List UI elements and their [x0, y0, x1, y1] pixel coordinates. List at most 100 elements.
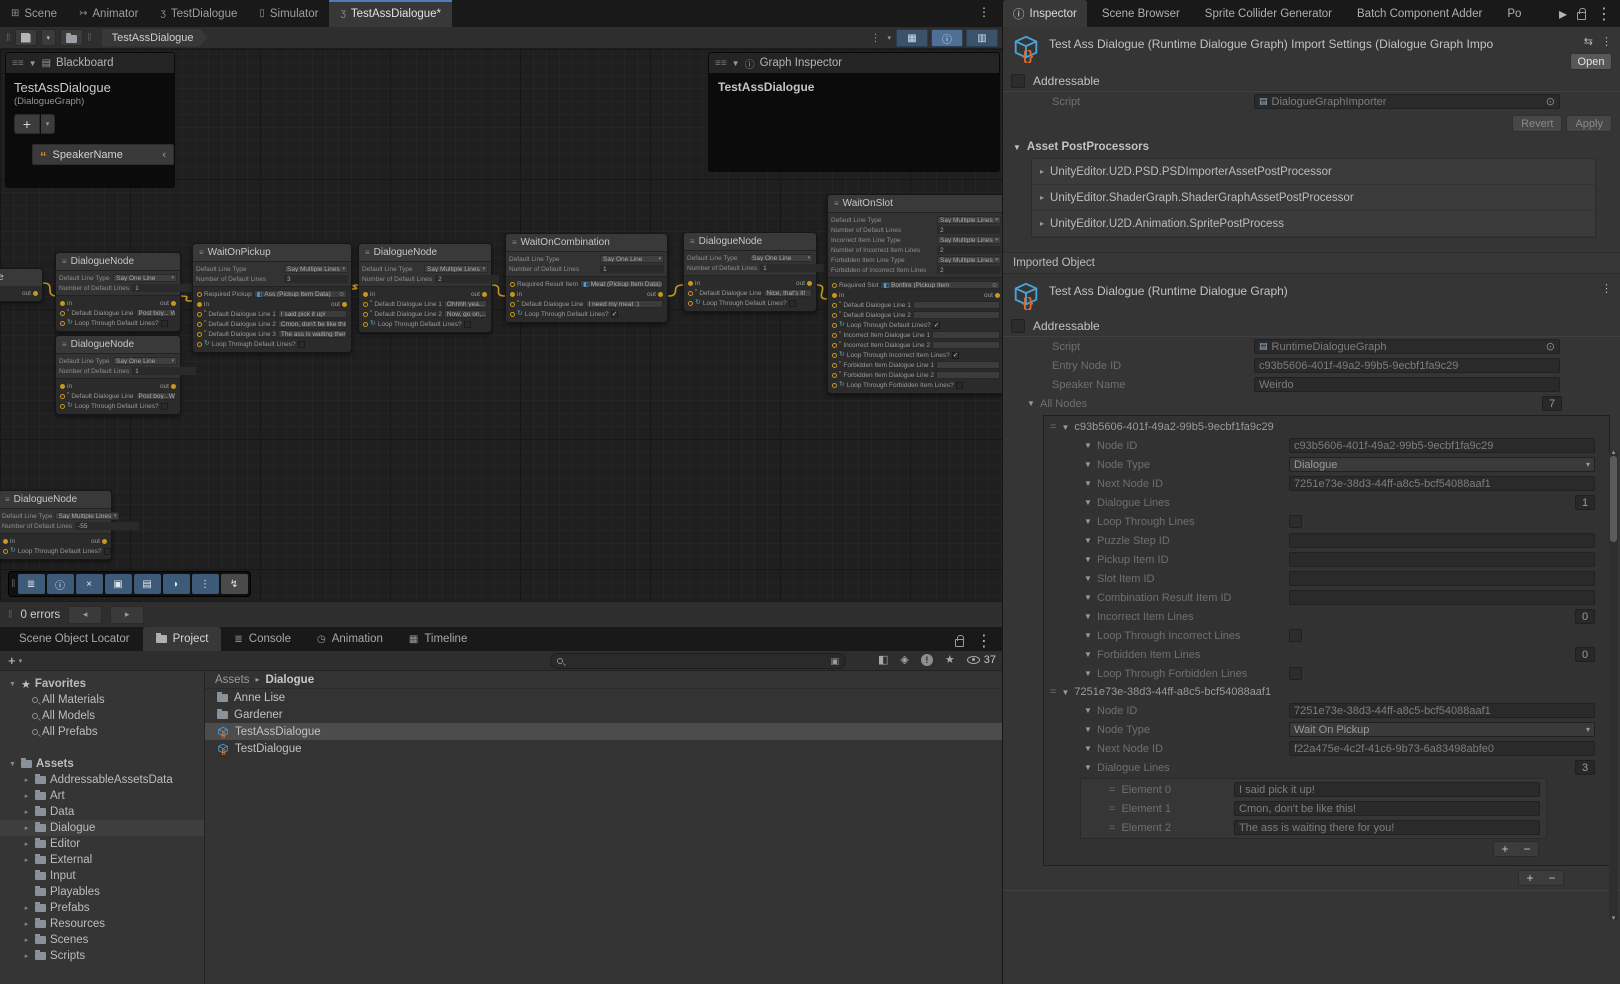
foldout-arrow-icon[interactable]: ▼ — [1084, 593, 1097, 602]
graph-node[interactable]: ≡ DialogueNode Default Line Type Say One… — [55, 335, 181, 415]
foldout-arrow-icon[interactable]: ▼ — [29, 59, 37, 68]
foldout-arrow-icon[interactable]: ▼ — [1084, 441, 1097, 450]
node-property-control[interactable]: -55▾ — [75, 522, 139, 530]
element-field[interactable]: I said pick it up! — [1234, 782, 1540, 797]
foldout-arrow-icon[interactable]: ▼ — [1027, 399, 1040, 408]
node-title-bar[interactable]: ≡ DialogueNode — [56, 336, 180, 353]
inspector-row-field[interactable]: RuntimeDialogueGraph — [1254, 339, 1560, 354]
toolbar-drag-handle[interactable]: ‖ — [11, 578, 14, 590]
addressable-checkbox[interactable] — [1011, 74, 1025, 88]
remove-element-button[interactable]: − — [1516, 842, 1538, 856]
file-row[interactable]: {} TestDialogue — [205, 740, 1002, 757]
node-title-bar[interactable]: ≡ DialogueNode — [359, 244, 491, 261]
node-row-checkbox[interactable] — [956, 382, 963, 389]
input-port-icon[interactable] — [60, 384, 65, 389]
graph-footer-button[interactable]: ▣ — [105, 574, 132, 594]
inspector-row-checkbox[interactable] — [1289, 667, 1302, 680]
open-button[interactable]: Open — [1570, 53, 1612, 70]
node-property-control[interactable]: 1▾ — [132, 367, 196, 375]
node-row-checkbox[interactable] — [161, 320, 168, 327]
favorites-item[interactable]: All Models — [0, 708, 204, 724]
input-port-icon[interactable] — [832, 353, 837, 358]
foldout-arrow-icon[interactable]: ▸ — [22, 792, 31, 800]
foldout-arrow-icon[interactable]: ▸ — [1040, 193, 1044, 202]
blackboard-variable[interactable]: “ SpeakerName ‹ — [32, 144, 174, 165]
foldout-arrow-icon[interactable]: ▼ — [8, 761, 17, 768]
input-port-icon[interactable] — [832, 283, 837, 288]
input-port-icon[interactable] — [197, 312, 202, 317]
graph-footer-button[interactable]: ↯ — [221, 574, 248, 594]
chevron-down-icon[interactable]: ▾ — [885, 34, 893, 42]
drag-handle-icon[interactable]: = — [1109, 822, 1115, 834]
file-row[interactable]: {} TestAssDialogue — [205, 723, 1002, 740]
graph-view-toggle-button[interactable]: ▦ — [896, 29, 928, 47]
graph-footer-button[interactable]: × — [76, 574, 103, 594]
dialogue-graph-canvas[interactable]: ≡ StartNode SpeakerName out — [0, 49, 1002, 601]
graph-footer-button[interactable]: ⓘ — [47, 574, 74, 594]
chevron-left-icon[interactable]: ‹ — [162, 149, 166, 161]
foldout-arrow-icon[interactable]: ▼ — [1084, 744, 1097, 753]
scroll-down-icon[interactable]: ▾ — [1609, 914, 1618, 922]
inspector-row-checkbox[interactable] — [1289, 515, 1302, 528]
input-port-icon[interactable] — [510, 292, 515, 297]
foldout-arrow-icon[interactable]: ▸ — [22, 920, 31, 928]
foldout-arrow-icon[interactable]: ▸ — [22, 776, 31, 784]
input-port-icon[interactable] — [363, 292, 368, 297]
input-port-icon[interactable] — [3, 539, 8, 544]
kebab-menu-icon[interactable]: ⋮ — [1601, 282, 1612, 295]
breadcrumb[interactable]: TestAssDialogue — [102, 29, 208, 47]
drag-handle-icon[interactable]: = — [1109, 803, 1115, 815]
save-options-button[interactable]: ▾ — [41, 29, 57, 46]
file-row[interactable]: {} Gardener — [205, 706, 1002, 723]
foldout-arrow-icon[interactable]: ▼ — [1084, 650, 1097, 659]
graph-node[interactable]: ≡ DialogueNode Default Line Type Say One… — [55, 252, 181, 332]
drag-handle-icon[interactable]: ≡≡ — [12, 58, 24, 69]
add-variable-button[interactable]: + — [14, 114, 40, 134]
input-port-icon[interactable] — [60, 301, 65, 306]
input-port-icon[interactable] — [510, 282, 515, 287]
node-property-control[interactable]: 1▾ — [600, 265, 664, 273]
foldout-arrow-icon[interactable]: ▼ — [1084, 536, 1097, 545]
inspector-row-field[interactable]: Weirdo — [1254, 377, 1560, 392]
inspector-tab[interactable]: Scene Browser — [1087, 0, 1190, 27]
blackboard-header[interactable]: ≡≡ ▼ ▤ Blackboard — [6, 53, 174, 73]
script-field[interactable]: DialogueGraphImporter — [1254, 94, 1560, 109]
inspector-row-field[interactable] — [1289, 590, 1595, 605]
foldout-arrow-icon[interactable]: ▸ — [1040, 219, 1044, 228]
open-search-window-icon[interactable]: ▣ — [830, 656, 839, 667]
node-property-control[interactable]: Say Multiple Lines▾ — [55, 512, 119, 520]
node-row-checkbox[interactable] — [161, 403, 168, 410]
inspector-tab[interactable]: Batch Component Adder — [1342, 0, 1492, 27]
foldout-arrow-icon[interactable]: ▼ — [1084, 763, 1097, 772]
output-port[interactable]: out — [91, 538, 107, 545]
input-port-icon[interactable] — [363, 322, 368, 327]
inspector-row-dropdown[interactable]: Wait On Pickup▾ — [1289, 722, 1595, 737]
drag-handle-icon[interactable]: = — [1050, 421, 1056, 433]
node-row-field[interactable] — [932, 341, 1000, 349]
foldout-arrow-icon[interactable]: ▸ — [22, 952, 31, 960]
inspector-tab[interactable]: Sprite Collider Generator — [1190, 0, 1342, 27]
inspector-row-field[interactable]: 7251e73e-38d3-44ff-a8c5-bcf54088aaf1 — [1289, 703, 1595, 718]
foldout-arrow-icon[interactable]: ▸ — [1040, 167, 1044, 176]
node-property-control[interactable]: Say One Line▾ — [749, 254, 813, 262]
postprocessor-row[interactable]: ▸ UnityEditor.ShaderGraph.ShaderGraphAss… — [1032, 185, 1595, 211]
input-port-icon[interactable] — [688, 301, 693, 306]
breadcrumb-root[interactable]: Assets — [215, 674, 250, 686]
input-port-icon[interactable] — [510, 312, 515, 317]
node-title-bar[interactable]: ≡ DialogueNode — [56, 253, 180, 270]
node-row-field[interactable] — [936, 371, 1000, 379]
editor-tab[interactable]: ▯ Simulator — [248, 0, 329, 27]
graph-footer-button[interactable]: ≣ — [18, 574, 45, 594]
drag-handle-icon[interactable]: = — [1109, 784, 1115, 796]
output-port[interactable]: out — [160, 383, 176, 390]
element-field[interactable]: The ass is waiting there for you! — [1234, 820, 1540, 835]
tree-folder-row[interactable]: ▸ AddressableAssetsData — [0, 772, 204, 788]
favorites-item[interactable]: All Prefabs — [0, 724, 204, 740]
input-port-icon[interactable] — [363, 312, 368, 317]
node-property-control[interactable]: 2▾ — [937, 246, 1001, 254]
graph-footer-button[interactable]: ▤ — [134, 574, 161, 594]
assets-root[interactable]: ▼ Assets — [0, 756, 204, 772]
revert-button[interactable]: Revert — [1512, 115, 1562, 132]
node-title-bar[interactable]: ≡ WaitOnPickup — [193, 244, 351, 261]
inspector-tab[interactable]: ⓘ Inspector — [1003, 0, 1087, 27]
